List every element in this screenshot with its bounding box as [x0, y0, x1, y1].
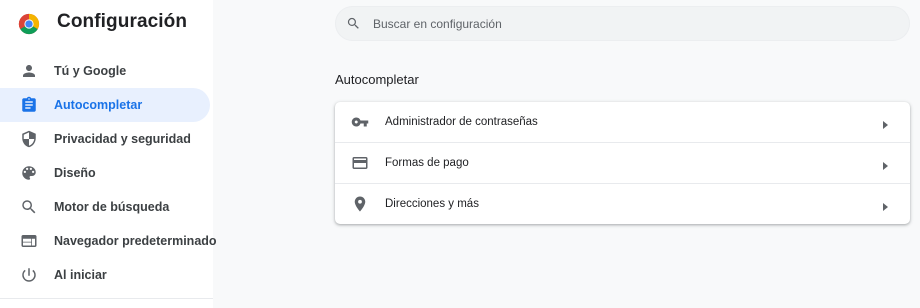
sidebar-item-privacy[interactable]: Privacidad y seguridad: [0, 122, 210, 156]
chrome-logo-icon: [18, 13, 40, 35]
autofill-card: Administrador de contraseñas Formas de p…: [335, 102, 910, 224]
search-icon: [346, 16, 361, 31]
sidebar-item-autofill[interactable]: Autocompletar: [0, 88, 210, 122]
credit-card-icon: [351, 154, 369, 172]
sidebar-item-label: Autocompletar: [54, 98, 143, 112]
search-input[interactable]: [373, 14, 873, 33]
app-title: Configuración: [57, 11, 188, 32]
sidebar-item-label: Tú y Google: [54, 64, 127, 78]
sidebar-item-label: Diseño: [54, 166, 96, 180]
clipboard-icon: [20, 96, 38, 114]
row-password-manager[interactable]: Administrador de contraseñas: [335, 102, 910, 142]
arrow-right-icon: [880, 117, 890, 129]
search-icon: [20, 198, 38, 216]
row-payment-methods[interactable]: Formas de pago: [335, 142, 910, 183]
section-title: Autocompletar: [335, 72, 419, 87]
location-pin-icon: [351, 195, 369, 213]
arrow-right-icon: [880, 199, 890, 211]
key-icon: [351, 113, 369, 131]
sidebar-item-label: Navegador predeterminado: [54, 234, 217, 248]
sidebar-item-search-engine[interactable]: Motor de búsqueda: [0, 190, 210, 224]
search-box[interactable]: [335, 6, 910, 41]
arrow-right-icon: [880, 158, 890, 170]
palette-icon: [20, 164, 38, 182]
sidebar-item-appearance[interactable]: Diseño: [0, 156, 210, 190]
sidebar-item-label: Al iniciar: [54, 268, 107, 282]
sidebar-nav: Tú y Google Autocompletar Privacidad y s…: [0, 54, 217, 292]
row-label: Formas de pago: [385, 157, 469, 169]
brand: [18, 13, 40, 35]
browser-window-icon: [20, 232, 38, 250]
shield-icon: [20, 130, 38, 148]
sidebar-item-label: Privacidad y seguridad: [54, 132, 191, 146]
row-label: Administrador de contraseñas: [385, 116, 538, 128]
person-icon: [20, 62, 38, 80]
sidebar-item-default-browser[interactable]: Navegador predeterminado: [0, 224, 217, 258]
sidebar-divider: [0, 298, 213, 299]
sidebar-item-you-and-google[interactable]: Tú y Google: [0, 54, 210, 88]
row-addresses[interactable]: Direcciones y más: [335, 183, 910, 224]
power-icon: [20, 266, 38, 284]
sidebar-item-on-startup[interactable]: Al iniciar: [0, 258, 210, 292]
sidebar-item-label: Motor de búsqueda: [54, 200, 170, 214]
sidebar: Configuración Tú y Google Autocompletar …: [0, 0, 217, 308]
row-label: Direcciones y más: [385, 198, 479, 210]
